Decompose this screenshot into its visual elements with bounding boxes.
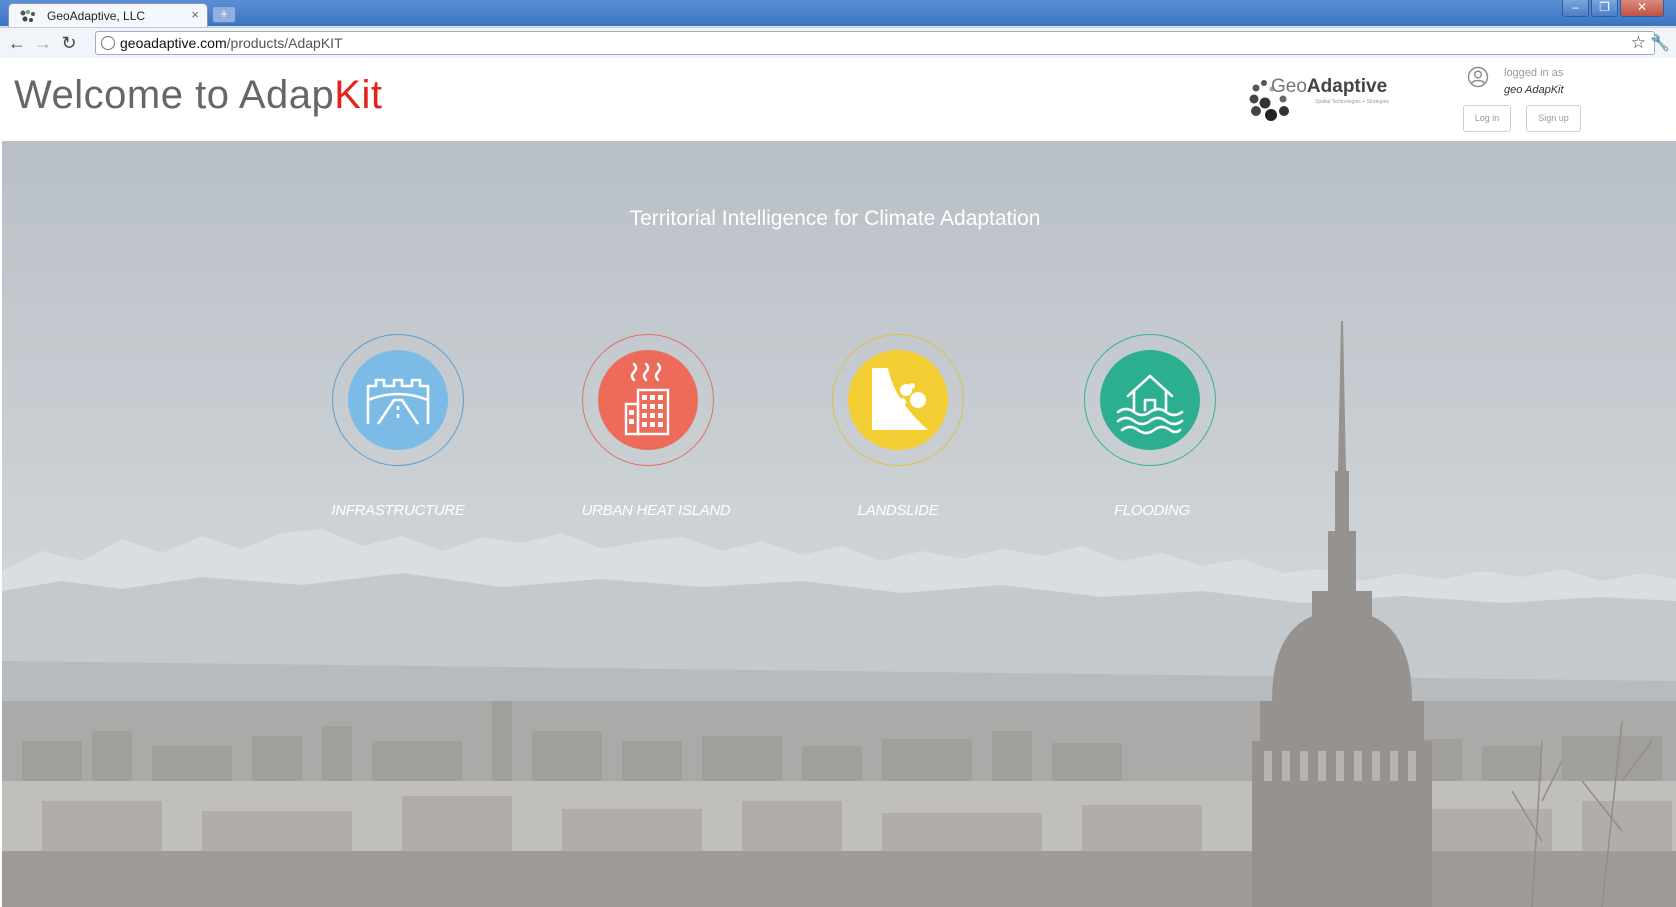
browser-chrome: GeoAdaptive, LLC × + – ❐ ✕ ← → ↻ geoadap… bbox=[0, 0, 1676, 58]
wrench-menu-icon[interactable]: 🔧 bbox=[1650, 33, 1670, 53]
brand-name-prefix: Geo bbox=[1271, 76, 1307, 97]
title-bar: GeoAdaptive, LLC × + – ❐ ✕ bbox=[0, 0, 1676, 27]
turin-skyline-background bbox=[2, 141, 1676, 907]
category-disc bbox=[598, 350, 698, 450]
logged-in-label: logged in as bbox=[1504, 67, 1564, 79]
category-ring bbox=[832, 334, 964, 466]
browser-tab[interactable]: GeoAdaptive, LLC × bbox=[8, 3, 208, 27]
category-disc bbox=[1100, 350, 1200, 450]
hero-tagline: Territorial Intelligence for Climate Ada… bbox=[629, 207, 1041, 230]
browser-toolbar: ← → ↻ geoadaptive.com/products/AdapKIT ☆… bbox=[0, 27, 1676, 58]
page: Welcome to AdapKit GeoAdaptive Spatial T… bbox=[2, 59, 1676, 907]
close-window-button[interactable]: ✕ bbox=[1620, 0, 1664, 17]
reload-button[interactable]: ↻ bbox=[58, 32, 80, 54]
category-ring bbox=[332, 334, 464, 466]
bookmark-star-icon[interactable]: ☆ bbox=[1631, 33, 1646, 53]
category-ring bbox=[582, 334, 714, 466]
signup-button[interactable]: Sign up bbox=[1526, 105, 1581, 132]
user-avatar-icon bbox=[1467, 66, 1489, 88]
url-domain: geoadaptive.com bbox=[120, 35, 227, 51]
category-disc bbox=[848, 350, 948, 450]
heat-building-icon bbox=[624, 362, 670, 436]
title-accent: Kit bbox=[334, 73, 383, 117]
road-bridge-icon bbox=[366, 378, 430, 425]
category-disc bbox=[348, 350, 448, 450]
login-button[interactable]: Log in bbox=[1463, 105, 1511, 132]
category-label: INFRASTRUCTURE bbox=[331, 502, 465, 519]
page-title: Welcome to AdapKit bbox=[14, 73, 382, 118]
address-bar[interactable]: geoadaptive.com/products/AdapKIT ☆ bbox=[95, 31, 1655, 55]
logged-in-username: geo AdapKit bbox=[1504, 84, 1564, 96]
url-path: /products/AdapKIT bbox=[226, 35, 343, 51]
back-button[interactable]: ← bbox=[6, 32, 28, 54]
window-controls: – ❐ ✕ bbox=[1562, 0, 1664, 18]
restore-button[interactable]: ❐ bbox=[1591, 0, 1618, 17]
flooded-house-icon bbox=[1116, 374, 1184, 435]
page-info-icon[interactable] bbox=[101, 36, 115, 50]
category-ring bbox=[1084, 334, 1216, 466]
brand-name-main: Adaptive bbox=[1306, 76, 1388, 97]
minimize-button[interactable]: – bbox=[1562, 0, 1589, 17]
url-text: geoadaptive.com/products/AdapKIT bbox=[120, 35, 343, 51]
new-tab-button[interactable]: + bbox=[212, 6, 236, 23]
geoadaptive-favicon-icon bbox=[20, 10, 35, 22]
tab-close-icon[interactable]: × bbox=[191, 7, 199, 22]
landslide-icon bbox=[872, 368, 928, 430]
title-prefix: Welcome to Adap bbox=[14, 73, 335, 117]
forward-button[interactable]: → bbox=[32, 32, 54, 54]
brand-name: GeoAdaptive bbox=[1271, 76, 1387, 98]
tab-title: GeoAdaptive, LLC bbox=[47, 9, 146, 23]
site-header: Welcome to AdapKit GeoAdaptive Spatial T… bbox=[2, 59, 1676, 141]
hero-section: Territorial Intelligence for Climate Ada… bbox=[2, 141, 1676, 907]
brand-tagline: Spatial Technologies + Strategies bbox=[1315, 99, 1389, 105]
category-label: FLOODING bbox=[1114, 502, 1190, 519]
